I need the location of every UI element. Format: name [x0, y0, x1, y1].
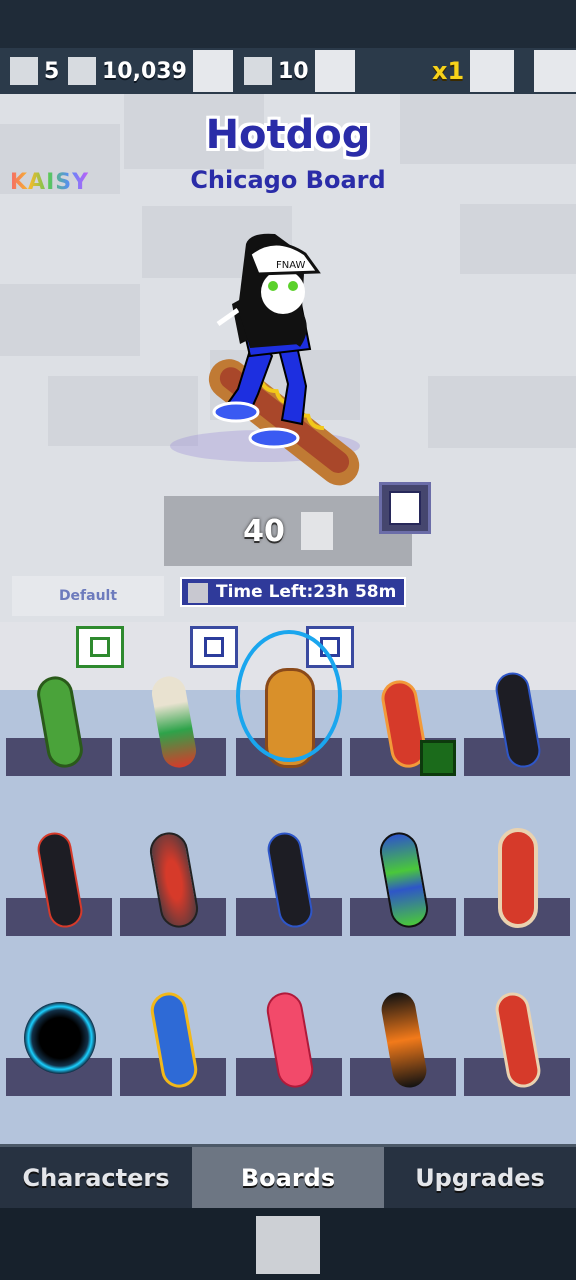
selected-board-ring	[236, 630, 342, 762]
tab-boards[interactable]: Boards	[192, 1144, 384, 1208]
board-item-soccer[interactable]	[120, 646, 228, 776]
board-item-black[interactable]	[464, 646, 572, 776]
frame-icon	[389, 491, 421, 525]
board-item-black-red[interactable]	[6, 806, 114, 936]
coins-value: 10,039	[102, 58, 187, 84]
time-left-badge: Time Left:23h 58m	[180, 577, 407, 607]
svg-text:FNAW: FNAW	[276, 260, 306, 271]
board-item-flame[interactable]	[350, 966, 458, 1096]
heart-icon	[10, 57, 38, 85]
time-left-text: Time Left:23h 58m	[216, 582, 397, 602]
portal-board-icon	[24, 1002, 96, 1074]
home-button[interactable]	[256, 1216, 320, 1274]
shop-tabs: Characters Boards Upgrades	[0, 1144, 576, 1208]
add-keys-button[interactable]	[314, 50, 355, 92]
key-icon	[300, 512, 333, 550]
lives-counter: 5	[10, 56, 59, 86]
add-coins-button[interactable]	[192, 50, 233, 92]
board-item-carrot[interactable]	[464, 966, 572, 1096]
coins-counter: 10,039	[68, 50, 233, 92]
system-status-bar	[0, 0, 576, 48]
settings-button[interactable]	[534, 50, 576, 92]
board-item-rocket[interactable]	[464, 806, 572, 936]
board-item-hoverboard-blue[interactable]	[350, 806, 458, 936]
preview-frame-button[interactable]	[379, 482, 431, 534]
board-item-hoverboard-red[interactable]	[120, 806, 228, 936]
default-board-button[interactable]: Default	[12, 576, 164, 616]
coin-icon	[68, 57, 96, 85]
system-navigation-bar	[0, 1208, 576, 1280]
board-item-pink[interactable]	[236, 966, 344, 1096]
multiplier-counter: x1	[432, 50, 576, 92]
multiplier-value: x1	[432, 57, 465, 85]
key-icon	[244, 57, 272, 85]
buy-board-button[interactable]: 40	[164, 496, 412, 566]
board-item-star[interactable]	[6, 646, 114, 776]
lives-value: 5	[44, 58, 60, 84]
tab-characters[interactable]: Characters	[0, 1144, 192, 1208]
keys-counter: 10	[244, 50, 355, 92]
rocket-board-icon	[498, 828, 538, 928]
board-grid	[0, 622, 576, 1144]
board-price: 40	[243, 513, 285, 549]
chip-icon	[420, 740, 456, 776]
board-item-bam[interactable]	[120, 966, 228, 1096]
board-item-black-blue[interactable]	[236, 806, 344, 936]
currency-hud: 5 10,039 10 x1	[0, 48, 576, 94]
multiplier-button[interactable]	[470, 50, 515, 92]
tab-upgrades[interactable]: Upgrades	[384, 1144, 576, 1208]
board-preview-stage: KAISY Hotdog Chicago Board FNAW 40 Defau…	[0, 94, 576, 622]
keys-value: 10	[278, 58, 309, 84]
board-item-portal[interactable]	[6, 966, 114, 1096]
hourglass-icon	[188, 583, 208, 603]
